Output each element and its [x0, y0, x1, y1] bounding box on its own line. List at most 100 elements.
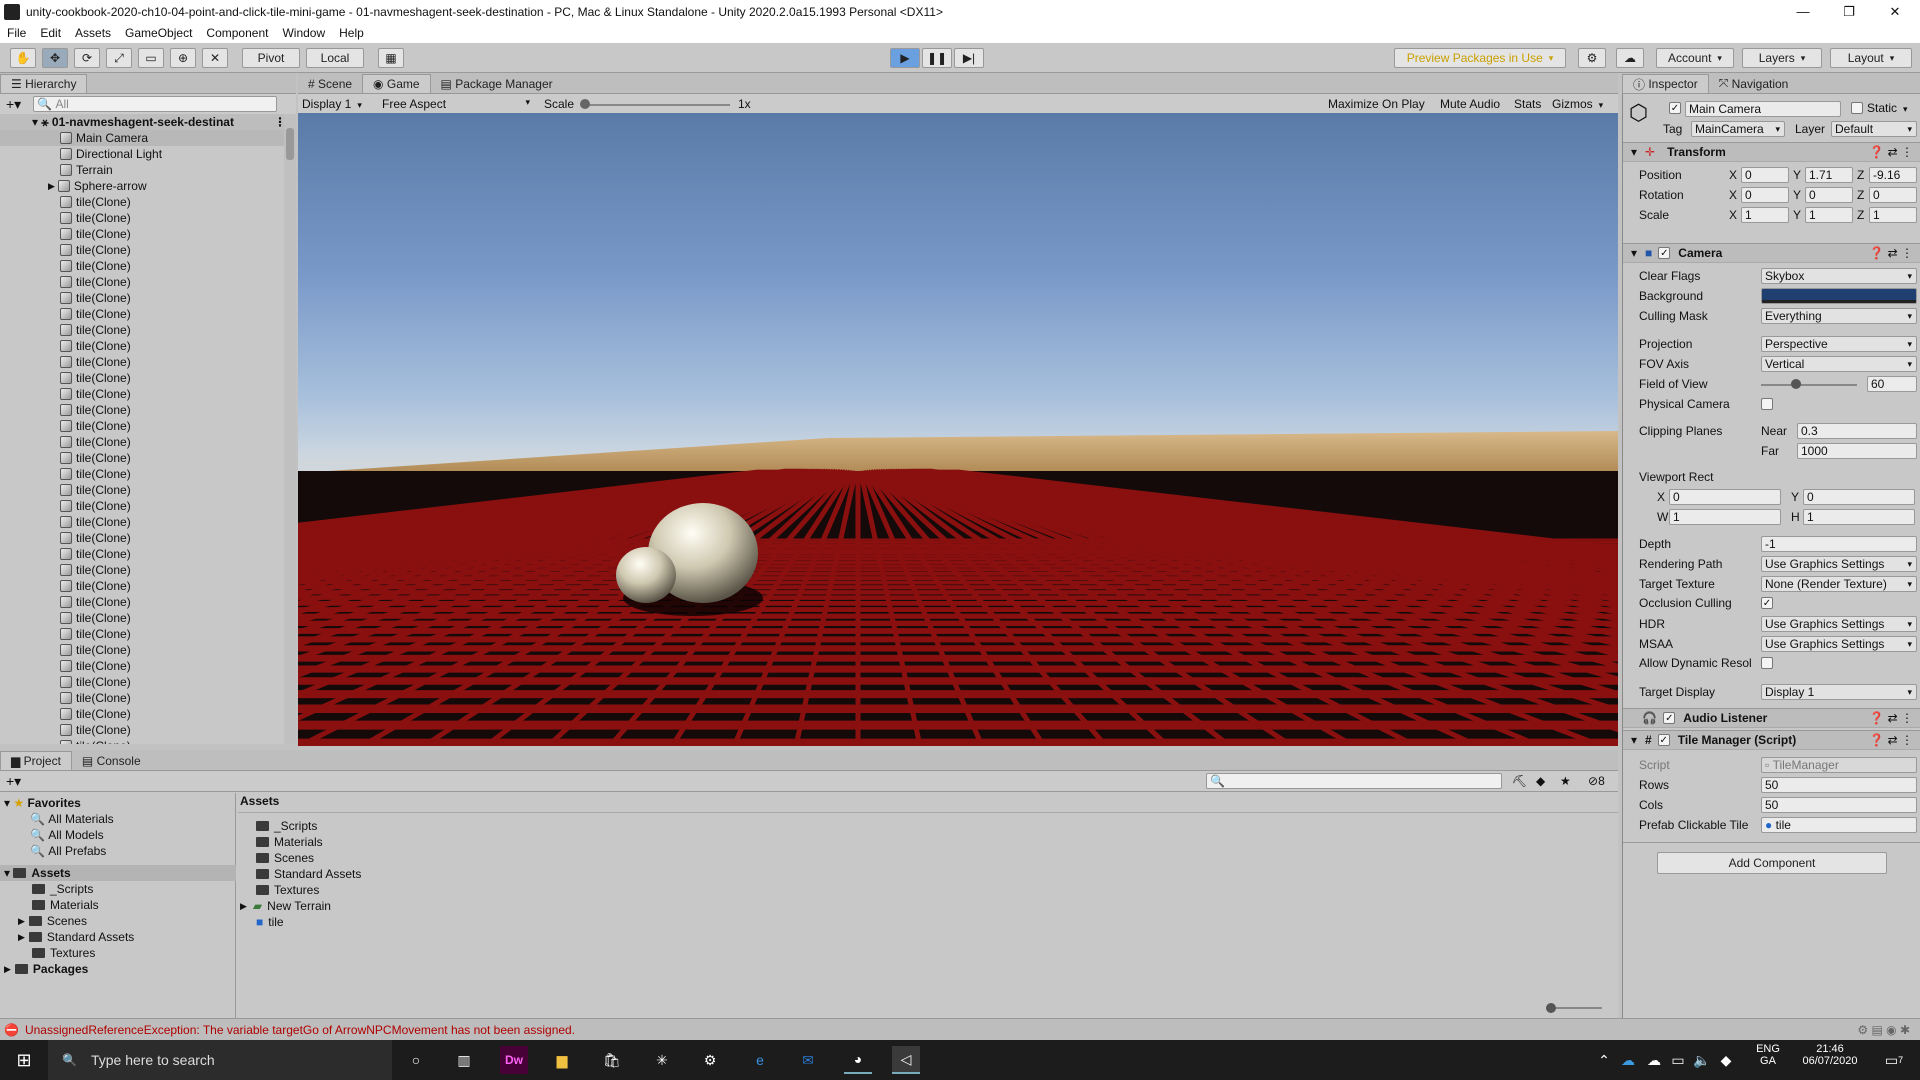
- add-component-button[interactable]: Add Component: [1657, 852, 1887, 874]
- cloud-icon[interactable]: ☁: [1616, 48, 1644, 68]
- hierarchy-item-tile-clone[interactable]: tile(Clone): [0, 274, 296, 290]
- camera-header[interactable]: ▾ ■ ✓ Camera ❓ ⇄ ⋮: [1623, 243, 1920, 263]
- asset-folder-scenes[interactable]: Scenes: [256, 850, 314, 866]
- hierarchy-scrollbar[interactable]: [284, 114, 296, 744]
- static-dropdown[interactable]: Static: [1867, 101, 1908, 115]
- hierarchy-search-input[interactable]: 🔍 All: [33, 96, 278, 112]
- favorite-all-prefabs[interactable]: 🔍 All Prefabs: [30, 843, 106, 859]
- hierarchy-item-tile-clone[interactable]: tile(Clone): [0, 626, 296, 642]
- object-name-field[interactable]: Main Camera: [1685, 101, 1841, 117]
- scale-slider-handle[interactable]: [580, 99, 590, 109]
- camera-dropdown[interactable]: None (Render Texture): [1761, 576, 1917, 592]
- menu-component[interactable]: Component: [199, 26, 275, 40]
- fov-slider[interactable]: [1761, 384, 1857, 386]
- hierarchy-item-tile-clone[interactable]: tile(Clone): [0, 546, 296, 562]
- transform-rotation-z-field[interactable]: 0: [1869, 187, 1917, 203]
- hierarchy-item-tile-clone[interactable]: tile(Clone): [0, 642, 296, 658]
- near-clip-field[interactable]: 0.3: [1797, 423, 1917, 439]
- hierarchy-item-tile-clone[interactable]: tile(Clone): [0, 562, 296, 578]
- camera-dropdown[interactable]: Everything: [1761, 308, 1917, 324]
- viewport-w-field[interactable]: 1: [1669, 509, 1781, 525]
- tree-folder-textures[interactable]: Textures: [32, 945, 95, 961]
- transform-rotation-x-field[interactable]: 0: [1741, 187, 1789, 203]
- layout-dropdown[interactable]: Layout: [1830, 48, 1912, 68]
- menu-gameobject[interactable]: GameObject: [118, 26, 199, 40]
- play-button[interactable]: ▶: [890, 48, 920, 68]
- asset-folder-scripts[interactable]: _Scripts: [256, 818, 317, 834]
- onedrive-icon[interactable]: ☁: [1614, 1046, 1642, 1074]
- hierarchy-item-tile-clone[interactable]: tile(Clone): [0, 658, 296, 674]
- menu-edit[interactable]: Edit: [33, 26, 68, 40]
- hierarchy-item-tile-clone[interactable]: tile(Clone): [0, 578, 296, 594]
- grid-snap-icon[interactable]: ▦: [378, 48, 404, 68]
- transform-position-y-field[interactable]: 1.71: [1805, 167, 1853, 183]
- camera-dropdown[interactable]: Vertical: [1761, 356, 1917, 372]
- icon-size-slider-handle[interactable]: [1546, 1003, 1556, 1013]
- hierarchy-item-tile-clone[interactable]: tile(Clone): [0, 690, 296, 706]
- hierarchy-item-tile-clone[interactable]: tile(Clone): [0, 354, 296, 370]
- gizmos-dropdown[interactable]: Gizmos: [1552, 97, 1603, 111]
- asset-tile-prefab[interactable]: ■ tile: [256, 914, 284, 930]
- close-icon[interactable]: ✕: [1872, 0, 1918, 23]
- hierarchy-item-tile-clone[interactable]: tile(Clone): [0, 322, 296, 338]
- static-checkbox[interactable]: [1851, 102, 1863, 114]
- viewport-x-field[interactable]: 0: [1669, 489, 1781, 505]
- hierarchy-item-tile-clone[interactable]: tile(Clone): [0, 194, 296, 210]
- account-dropdown[interactable]: Account: [1656, 48, 1734, 68]
- hierarchy-item-tile-clone[interactable]: tile(Clone): [0, 482, 296, 498]
- hierarchy-item-tile-clone[interactable]: tile(Clone): [0, 210, 296, 226]
- camera-dropdown[interactable]: Skybox: [1761, 268, 1917, 284]
- component-menu-icon[interactable]: ❓ ⇄ ⋮: [1869, 733, 1913, 747]
- hierarchy-item-sphere-arrow[interactable]: ▶ Sphere-arrow: [0, 178, 296, 194]
- collab-icon[interactable]: ⚙: [1578, 48, 1606, 68]
- tab-scene[interactable]: # Scene: [298, 74, 362, 93]
- tab-game[interactable]: ◉ Game: [362, 74, 431, 93]
- tree-folder-standard-assets[interactable]: ▶ Standard Assets: [18, 929, 134, 945]
- hierarchy-item-tile-clone[interactable]: tile(Clone): [0, 450, 296, 466]
- hierarchy-item-tile-clone[interactable]: tile(Clone): [0, 258, 296, 274]
- active-checkbox[interactable]: ✓: [1669, 102, 1681, 114]
- tag-dropdown[interactable]: MainCamera: [1691, 121, 1785, 137]
- camera-dropdown[interactable]: Use Graphics Settings: [1761, 556, 1917, 572]
- add-object-icon[interactable]: +▾: [6, 96, 21, 113]
- tab-package-manager[interactable]: ▤ Package Manager: [431, 74, 563, 93]
- menu-file[interactable]: File: [0, 26, 33, 40]
- background-color-field[interactable]: [1761, 288, 1917, 304]
- hierarchy-item-tile-clone[interactable]: tile(Clone): [0, 514, 296, 530]
- hierarchy-item-terrain[interactable]: Terrain: [0, 162, 296, 178]
- asset-folder-textures[interactable]: Textures: [256, 882, 319, 898]
- audio-listener-header[interactable]: 🎧 ✓ Audio Listener ❓ ⇄ ⋮: [1623, 708, 1920, 728]
- custom-tool-icon[interactable]: ✕: [202, 48, 228, 68]
- layer-dropdown[interactable]: Default: [1831, 121, 1917, 137]
- dreamweaver-icon[interactable]: Dw: [500, 1046, 528, 1074]
- scale-slider[interactable]: [584, 104, 730, 106]
- transform-scale-z-field[interactable]: 1: [1869, 207, 1917, 223]
- cortana-icon[interactable]: ○: [402, 1046, 430, 1074]
- asset-new-terrain[interactable]: ▶ ▰ New Terrain: [240, 898, 331, 914]
- transform-rotation-y-field[interactable]: 0: [1805, 187, 1853, 203]
- hierarchy-item-tile-clone[interactable]: tile(Clone): [0, 530, 296, 546]
- windows-start-icon[interactable]: ⊞: [10, 1046, 38, 1074]
- notifications-icon[interactable]: ▭ 7: [1880, 1046, 1908, 1074]
- menu-help[interactable]: Help: [332, 26, 371, 40]
- preview-packages-button[interactable]: Preview Packages in Use: [1394, 48, 1566, 68]
- project-search-input[interactable]: 🔍: [1206, 773, 1502, 789]
- transform-tool-icon[interactable]: ⊕: [170, 48, 196, 68]
- pivot-toggle[interactable]: Pivot: [242, 48, 300, 68]
- outlook-icon[interactable]: ✉: [794, 1046, 822, 1074]
- slack-icon[interactable]: ✳: [648, 1046, 676, 1074]
- tab-console[interactable]: ▤ Console: [72, 751, 151, 770]
- hierarchy-item-tile-clone[interactable]: tile(Clone): [0, 370, 296, 386]
- hierarchy-item-main-camera[interactable]: Main Camera: [0, 130, 296, 146]
- favorite-all-materials[interactable]: 🔍 All Materials: [30, 811, 114, 827]
- unity-taskbar-icon[interactable]: ◁: [892, 1046, 920, 1074]
- display-dropdown[interactable]: Display 1: [302, 97, 374, 111]
- rect-tool-icon[interactable]: ▭: [138, 48, 164, 68]
- transform-position-z-field[interactable]: -9.16: [1869, 167, 1917, 183]
- dropbox-icon[interactable]: ◆: [1712, 1046, 1740, 1074]
- local-toggle[interactable]: Local: [306, 48, 364, 68]
- stats-toggle[interactable]: Stats: [1514, 97, 1541, 111]
- hierarchy-item-tile-clone[interactable]: tile(Clone): [0, 706, 296, 722]
- language-indicator[interactable]: ENG GA: [1752, 1043, 1784, 1067]
- hierarchy-item-tile-clone[interactable]: tile(Clone): [0, 306, 296, 322]
